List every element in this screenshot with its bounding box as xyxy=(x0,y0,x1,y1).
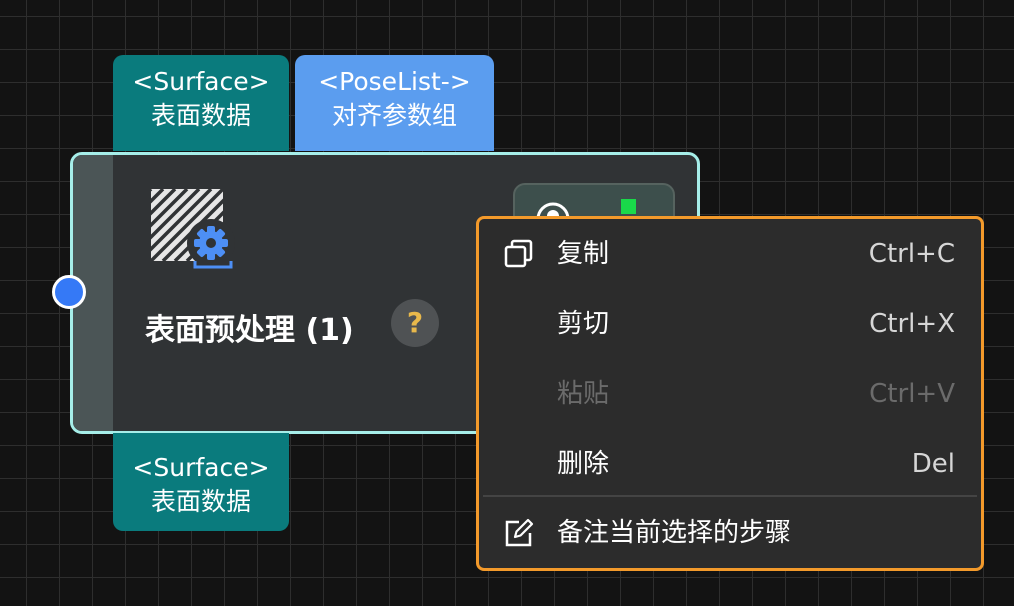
menu-item-add-note[interactable]: 备注当前选择的步骤 xyxy=(479,498,981,568)
menu-item-shortcut: Ctrl+X xyxy=(869,309,955,339)
menu-item-label: 粘贴 xyxy=(557,379,610,409)
menu-item-label: 删除 xyxy=(557,449,610,479)
menu-item-label: 复制 xyxy=(557,239,610,269)
menu-separator xyxy=(483,495,977,497)
menu-item-paste: 粘贴 Ctrl+V xyxy=(479,359,981,429)
menu-item-label: 备注当前选择的步骤 xyxy=(557,518,792,548)
hatched-square-gear-icon xyxy=(151,189,235,269)
connection-handle[interactable] xyxy=(52,275,86,309)
input-port-poselist[interactable]: <PoseList-> 对齐参数组 xyxy=(295,55,494,151)
input-port-surface[interactable]: <Surface> 表面数据 xyxy=(113,55,289,151)
menu-item-shortcut: Ctrl+V xyxy=(869,379,955,409)
help-button[interactable]: ? xyxy=(391,299,439,347)
status-led xyxy=(621,199,636,214)
port-type-label: <PoseList-> xyxy=(318,67,471,96)
port-name-label: 表面数据 xyxy=(150,487,251,516)
menu-item-copy[interactable]: 复制 Ctrl+C xyxy=(479,219,981,289)
port-type-label: <Surface> xyxy=(132,67,270,96)
menu-item-shortcut: Del xyxy=(911,449,955,479)
edit-note-icon xyxy=(505,518,534,547)
menu-item-delete[interactable]: 删除 Del xyxy=(479,429,981,499)
context-menu: 复制 Ctrl+C 剪切 Ctrl+X 粘贴 Ctrl+V 删除 Del 备注当… xyxy=(476,216,984,571)
port-name-label: 对齐参数组 xyxy=(331,101,457,130)
copy-icon xyxy=(504,239,533,268)
node-title: 表面预处理 (1) xyxy=(145,313,354,348)
port-name-label: 表面数据 xyxy=(150,101,251,130)
menu-item-shortcut: Ctrl+C xyxy=(868,239,955,269)
menu-item-cut[interactable]: 剪切 Ctrl+X xyxy=(479,289,981,359)
menu-item-label: 剪切 xyxy=(557,309,610,339)
port-type-label: <Surface> xyxy=(132,453,270,482)
output-port-surface[interactable]: <Surface> 表面数据 xyxy=(113,433,289,531)
